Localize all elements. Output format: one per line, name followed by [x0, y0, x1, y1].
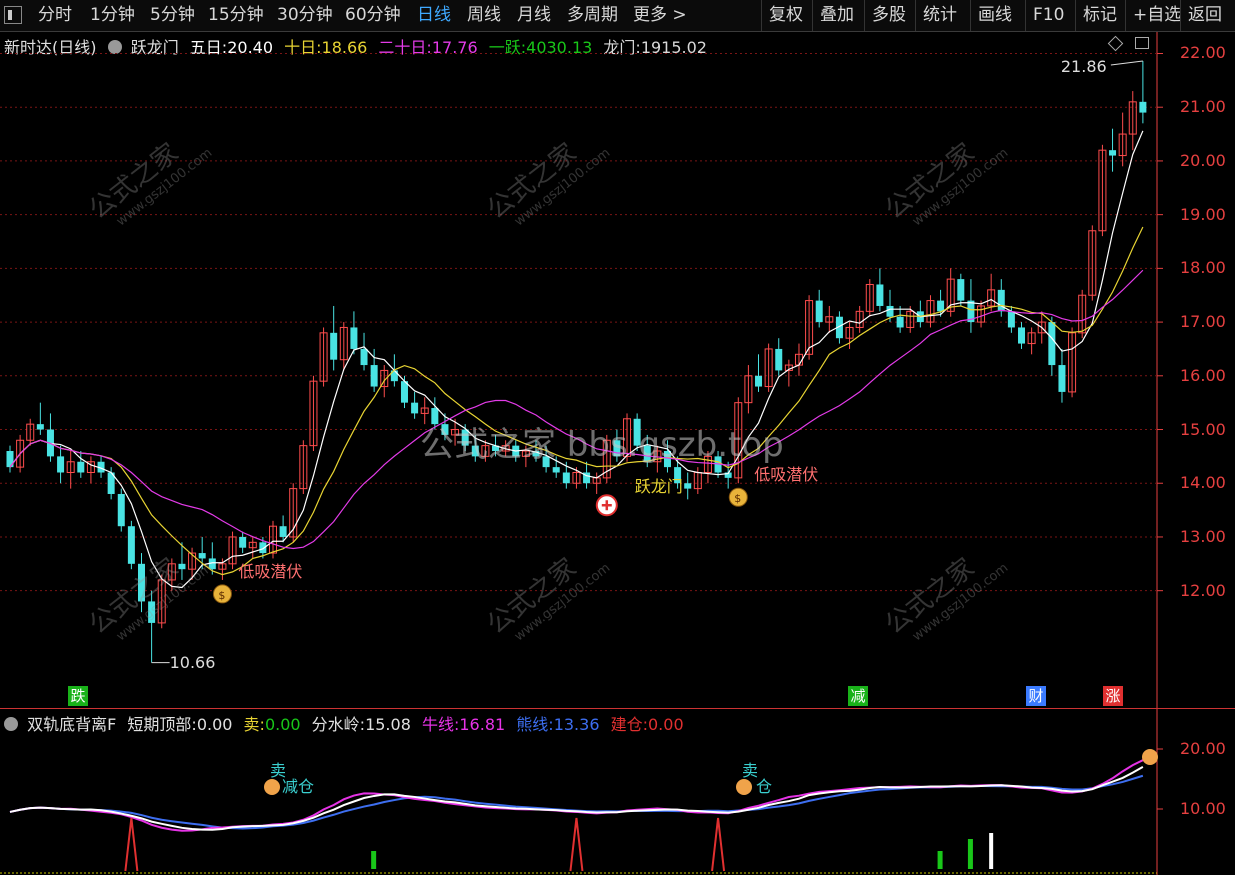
period-tab-10[interactable]: 更多 >: [633, 0, 687, 31]
candle-body: [360, 348, 368, 366]
candle-body: [562, 472, 570, 484]
action-button-0[interactable]: 复权: [761, 0, 810, 31]
hand-pointer-icon: [736, 779, 752, 795]
event-tag-0[interactable]: 跌: [68, 686, 88, 706]
green-bar: [937, 851, 943, 869]
candle-body: [350, 327, 358, 349]
price-tick-label: 22.00: [1180, 43, 1226, 63]
price-tick-label: 15.00: [1180, 419, 1226, 439]
period-tab-7[interactable]: 周线: [467, 0, 501, 31]
action-button-5[interactable]: F10: [1025, 0, 1071, 31]
period-tab-4[interactable]: 30分钟: [277, 0, 333, 31]
candle-body: [117, 493, 125, 527]
price-tick-label: 19.00: [1180, 204, 1226, 224]
yuelong-signal-label: 跃龙门: [634, 477, 683, 497]
sub-tick-label: 20.00: [1180, 739, 1226, 758]
candle-body: [370, 365, 378, 387]
candle-body: [815, 300, 823, 323]
candle-body: [552, 467, 560, 473]
period-tab-9[interactable]: 多周期: [567, 0, 618, 31]
double-track-chart: [0, 709, 1163, 875]
candle-body: [36, 424, 44, 430]
price-tick-label: 12.00: [1180, 580, 1226, 600]
candle-body: [997, 289, 1005, 312]
candle-body: [1007, 311, 1015, 328]
candle-body: [279, 526, 287, 537]
sub-indicator-panel: 双轨底背离F 短期顶部:0.00 卖:0.00 分水岭:15.08 牛线:16.…: [0, 709, 1235, 875]
period-tab-8[interactable]: 月线: [517, 0, 551, 31]
event-tag-2[interactable]: 财: [1026, 686, 1046, 706]
green-bar: [371, 851, 377, 869]
candle-body: [775, 348, 783, 371]
period-tab-1[interactable]: 1分钟: [90, 0, 135, 31]
sell-signal-reduce2: 仓: [756, 777, 773, 796]
price-tick-label: 13.00: [1180, 526, 1226, 546]
price-tick-label: 17.00: [1180, 312, 1226, 332]
high-arrow: [1110, 60, 1143, 66]
candle-body: [239, 536, 247, 548]
ma5-line: [9, 130, 1144, 589]
candle-body: [330, 332, 338, 360]
candle-body: [957, 279, 965, 301]
action-button-4[interactable]: 画线: [970, 0, 1019, 31]
candle-body: [876, 284, 884, 306]
period-tab-2[interactable]: 5分钟: [150, 0, 195, 31]
green-bar: [967, 839, 973, 869]
candle-body: [896, 316, 904, 328]
white-bar: [989, 833, 994, 869]
candle-body: [1139, 101, 1147, 113]
candle-body: [1109, 150, 1117, 156]
price-tick-label: 16.00: [1180, 365, 1226, 385]
period-tab-3[interactable]: 15分钟: [208, 0, 264, 31]
candle-body: [684, 483, 692, 489]
low-absorb-signal-2: 低吸潜伏: [754, 465, 819, 485]
candle-body: [411, 402, 419, 414]
ma10-line: [9, 226, 1144, 576]
event-tag-3[interactable]: 涨: [1103, 686, 1123, 706]
period-tab-0[interactable]: 分时: [38, 0, 72, 31]
candle-body: [886, 305, 894, 317]
price-tick-label: 21.00: [1180, 97, 1226, 117]
hand-pointer-icon: [264, 779, 280, 795]
candle-body: [1018, 327, 1026, 344]
low-price-label: 10.66: [169, 652, 216, 672]
period-tab-5[interactable]: 60分钟: [345, 0, 401, 31]
action-button-8[interactable]: 返回: [1180, 0, 1229, 31]
menu-icon[interactable]: [4, 6, 22, 24]
red-spike: [124, 817, 139, 872]
candle-body: [57, 456, 65, 473]
action-button-7[interactable]: +自选: [1125, 0, 1188, 31]
period-tab-6[interactable]: 日线: [417, 0, 451, 31]
price-tick-label: 14.00: [1180, 473, 1226, 493]
hand-pointer-icon: [1142, 749, 1158, 765]
high-price-label: 21.86: [1060, 57, 1107, 76]
action-button-2[interactable]: 多股: [864, 0, 913, 31]
price-tick-label: 18.00: [1180, 258, 1226, 278]
money-bag-glyph: $: [218, 589, 225, 602]
candle-body: [937, 300, 945, 312]
candle-body: [127, 526, 135, 564]
sell-signal-reduce: 减仓: [282, 777, 315, 796]
action-button-1[interactable]: 叠加: [812, 0, 861, 31]
watermark-center: 公式之家 bbs.gszb.top: [420, 425, 784, 465]
candle-body: [77, 461, 85, 473]
red-spike: [711, 817, 726, 872]
candle-body: [1048, 322, 1056, 366]
price-tick-label: 20.00: [1180, 150, 1226, 170]
red-spike: [569, 817, 584, 872]
candle-body: [755, 375, 763, 387]
action-button-6[interactable]: 标记: [1075, 0, 1124, 31]
sub-tick-label: 10.00: [1180, 799, 1226, 818]
event-tag-1[interactable]: 减: [848, 686, 868, 706]
main-chart-panel: 新时达(日线) 跃龙门 五日:20.40 十日:18.66 二十日:17.76 …: [0, 32, 1235, 708]
candle-body: [1058, 365, 1066, 392]
action-button-3[interactable]: 统计: [915, 0, 964, 31]
candle-body: [400, 381, 408, 403]
period-toolbar: 分时 1分钟 5分钟 15分钟 30分钟 60分钟 日线 周线 月线 多周期 更多 > 复权 叠加 多股…: [0, 0, 1235, 32]
money-bag-glyph: $: [734, 492, 741, 505]
low-absorb-signal-1: 低吸潜伏: [238, 561, 303, 581]
